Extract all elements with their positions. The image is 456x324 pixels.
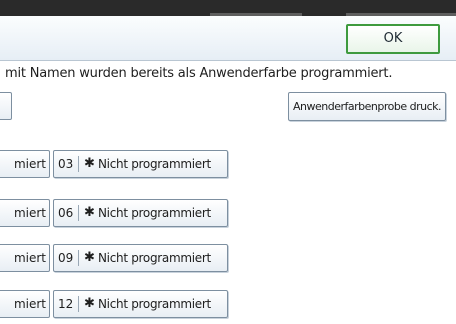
color-slot-button-partial[interactable]: miert <box>0 150 50 178</box>
slot-number: 03 <box>58 157 74 171</box>
color-row: miert 12 ✱ Nicht programmiert <box>0 290 230 318</box>
color-slot-button[interactable]: 03 ✱ Nicht programmiert <box>53 150 228 178</box>
slot-number: 06 <box>58 206 74 220</box>
color-row: miert 09 ✱ Nicht programmiert <box>0 244 230 272</box>
slot-status: Nicht programmiert <box>98 206 211 220</box>
color-row: miert 03 ✱ Nicht programmiert <box>0 150 230 178</box>
divider <box>78 205 79 221</box>
slot-number: 09 <box>58 251 74 265</box>
color-slot-button[interactable]: 06 ✱ Nicht programmiert <box>53 199 228 227</box>
divider <box>78 250 79 266</box>
slot-status: Nicht programmiert <box>98 251 211 265</box>
slot-number: 12 <box>58 297 74 311</box>
color-slot-button-partial[interactable]: miert <box>0 244 50 272</box>
left-partial-button[interactable] <box>0 92 12 120</box>
not-programmed-marker-icon: ✱ <box>84 205 95 220</box>
not-programmed-marker-icon: ✱ <box>84 250 95 265</box>
divider <box>78 296 79 312</box>
color-slot-button[interactable]: 09 ✱ Nicht programmiert <box>53 244 228 272</box>
info-message: mit Namen wurden bereits als Anwenderfar… <box>5 66 393 81</box>
color-slot-button-partial[interactable]: miert <box>0 290 50 318</box>
slot-status: Nicht programmiert <box>98 157 211 171</box>
color-slot-button[interactable]: 12 ✱ Nicht programmiert <box>53 290 228 318</box>
slot-status: Nicht programmiert <box>98 297 211 311</box>
color-slot-button-partial[interactable]: miert <box>0 199 50 227</box>
not-programmed-marker-icon: ✱ <box>84 156 95 171</box>
color-row: miert 06 ✱ Nicht programmiert <box>0 199 230 227</box>
print-user-color-sample-button[interactable]: Anwenderfarbenprobe druck. <box>288 92 446 121</box>
top-title-bar <box>0 0 456 16</box>
ok-button[interactable]: OK <box>346 24 440 54</box>
divider <box>78 156 79 172</box>
not-programmed-marker-icon: ✱ <box>84 296 95 311</box>
